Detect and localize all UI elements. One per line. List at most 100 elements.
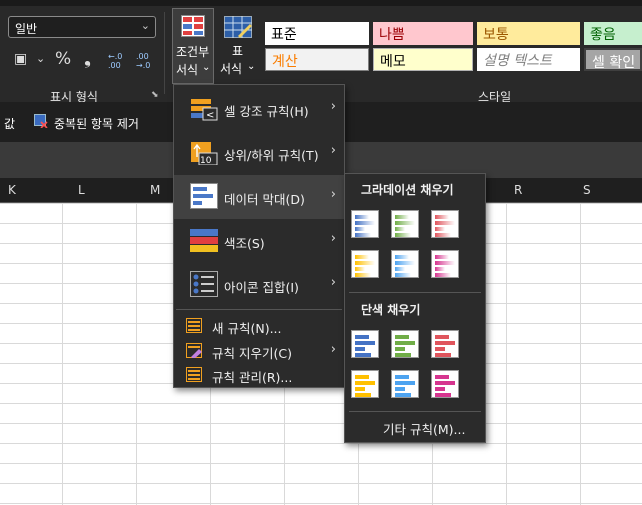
- menu-item-new-rule[interactable]: 새 규칙(N)...: [174, 314, 346, 338]
- currency-chevron-icon[interactable]: ⌄: [36, 52, 45, 65]
- top-badge: 10: [200, 156, 212, 165]
- gradient-data-bar-option[interactable]: [391, 210, 419, 238]
- column-header-l[interactable]: L: [78, 183, 85, 197]
- decrease-decimal-button[interactable]: .00 →.0: [136, 52, 158, 70]
- submenu-divider: [349, 292, 481, 293]
- style-label: 표준: [271, 27, 297, 43]
- data-bar-swatch: [395, 393, 411, 397]
- gradient-data-bar-option[interactable]: [351, 210, 379, 238]
- number-format-dropdown[interactable]: 일반 ⌄: [8, 16, 156, 38]
- data-bar-swatch: [435, 375, 449, 379]
- conditional-formatting-button[interactable]: 조건부 서식 ⌄: [172, 8, 214, 84]
- more-rules-item[interactable]: 기타 규칙(M)...: [383, 419, 465, 438]
- group-divider: [164, 12, 165, 94]
- table-format-icon: [224, 16, 252, 38]
- data-bar-swatch: [395, 347, 405, 351]
- style-bad[interactable]: 나쁨: [373, 22, 473, 45]
- comma-style-button[interactable]: ❟: [84, 48, 91, 69]
- gradient-data-bar-option[interactable]: [431, 250, 459, 278]
- gradient-data-bar-option[interactable]: [351, 250, 379, 278]
- style-note[interactable]: 메모: [373, 48, 473, 71]
- submenu-divider: [349, 411, 481, 412]
- menu-item-highlight-rules[interactable]: < 셀 강조 규칙(H) ›: [174, 87, 346, 131]
- data-bar-swatch: [435, 227, 445, 231]
- chevron-down-icon: ⌄: [202, 62, 211, 73]
- menu-divider: [176, 309, 342, 310]
- menu-item-clear-rules[interactable]: 규칙 지우기(C) ›: [174, 339, 346, 363]
- data-bar-swatch: [435, 233, 451, 237]
- number-format-value: 일반: [15, 22, 38, 36]
- menu-item-top-bottom[interactable]: 10 상위/하위 규칙(T) ›: [174, 131, 346, 175]
- data-bar-swatch: [435, 273, 451, 277]
- dialog-launcher-icon[interactable]: ⬊: [151, 90, 159, 100]
- remove-duplicates-label: 중복된 항목 제거: [54, 117, 139, 131]
- data-bar-swatch: [395, 387, 405, 391]
- solid-data-bar-option[interactable]: [391, 330, 419, 358]
- gradient-data-bar-option[interactable]: [431, 210, 459, 238]
- column-header-k[interactable]: K: [8, 183, 16, 197]
- style-label: 메모: [380, 54, 406, 70]
- increase-decimal-button[interactable]: ←.0 .00: [108, 52, 130, 70]
- column-header-s[interactable]: S: [583, 183, 591, 197]
- chevron-right-icon: ›: [330, 231, 336, 246]
- data-bar-swatch: [355, 381, 375, 385]
- style-label: 좋음: [590, 27, 616, 43]
- data-bar-swatch: [435, 221, 455, 225]
- values-label: 값: [4, 117, 16, 131]
- data-bar-swatch: [435, 261, 455, 265]
- style-explanatory[interactable]: 설명 텍스트: [477, 48, 580, 71]
- remove-duplicates-button[interactable]: 중복된 항목 제거: [34, 112, 164, 132]
- icon-sets-icon: [190, 271, 218, 297]
- solid-data-bar-option[interactable]: [431, 370, 459, 398]
- solid-data-bar-option[interactable]: [431, 330, 459, 358]
- data-bar-swatch: [395, 233, 411, 237]
- data-bar-swatch: [395, 255, 409, 259]
- solid-fill-header: 단색 채우기: [361, 303, 421, 317]
- menu-item-label: 데이터 막대(D): [224, 192, 305, 207]
- menu-item-label: 규칙 지우기(C): [212, 346, 292, 361]
- data-bar-swatch: [355, 233, 371, 237]
- style-check-cell[interactable]: 셀 확인: [584, 48, 642, 71]
- data-bar-swatch: [395, 227, 405, 231]
- style-good[interactable]: 좋음: [584, 22, 642, 45]
- currency-format-icon[interactable]: ▣: [14, 51, 27, 67]
- data-bar-swatch: [395, 221, 415, 225]
- new-rule-icon: [186, 318, 202, 333]
- conditional-formatting-menu: < 셀 강조 규칙(H) › 10 상위/하위 규칙(T) › 데이터 막대(D…: [173, 84, 346, 388]
- chevron-right-icon: ›: [330, 187, 336, 202]
- color-scales-icon: [190, 229, 218, 252]
- style-label: 계산: [272, 54, 298, 70]
- data-bar-swatch: [355, 227, 365, 231]
- menu-item-data-bars[interactable]: 데이터 막대(D) ›: [174, 175, 346, 219]
- data-bar-swatch: [395, 273, 411, 277]
- chevron-right-icon: ›: [330, 99, 336, 114]
- menu-item-manage-rules[interactable]: 규칙 관리(R)...: [174, 363, 346, 387]
- data-bar-swatch: [435, 335, 449, 339]
- data-bar-swatch: [355, 221, 375, 225]
- data-bar-swatch: [355, 335, 369, 339]
- data-bar-swatch: [435, 381, 455, 385]
- table-format-label-1: 표: [232, 44, 244, 58]
- menu-item-icon-sets[interactable]: 아이콘 집합(I) ›: [174, 263, 346, 307]
- gradient-data-bar-option[interactable]: [391, 250, 419, 278]
- column-header-m[interactable]: M: [150, 183, 160, 197]
- menu-item-color-scales[interactable]: 색조(S) ›: [174, 219, 346, 263]
- chevron-down-icon: ⌄: [247, 61, 256, 72]
- data-bars-icon: [190, 183, 218, 209]
- solid-data-bar-option[interactable]: [351, 330, 379, 358]
- gradient-fill-header: 그라데이션 채우기: [361, 183, 454, 197]
- style-normal[interactable]: 표준: [265, 22, 369, 45]
- format-as-table-button[interactable]: 표 서식 ⌄: [218, 8, 258, 84]
- data-bar-swatch: [435, 353, 451, 357]
- percent-style-button[interactable]: %: [55, 49, 71, 69]
- solid-data-bar-option[interactable]: [391, 370, 419, 398]
- solid-data-bar-option[interactable]: [351, 370, 379, 398]
- cond-format-label-1: 조건부: [176, 45, 210, 59]
- style-neutral[interactable]: 보통: [477, 22, 580, 45]
- data-bar-swatch: [355, 261, 375, 265]
- column-header-r[interactable]: R: [514, 183, 522, 197]
- data-bar-swatch: [355, 375, 369, 379]
- style-calculation[interactable]: 계산: [265, 48, 369, 71]
- data-bar-swatch: [435, 393, 451, 397]
- highlight-rules-icon: <: [191, 99, 218, 121]
